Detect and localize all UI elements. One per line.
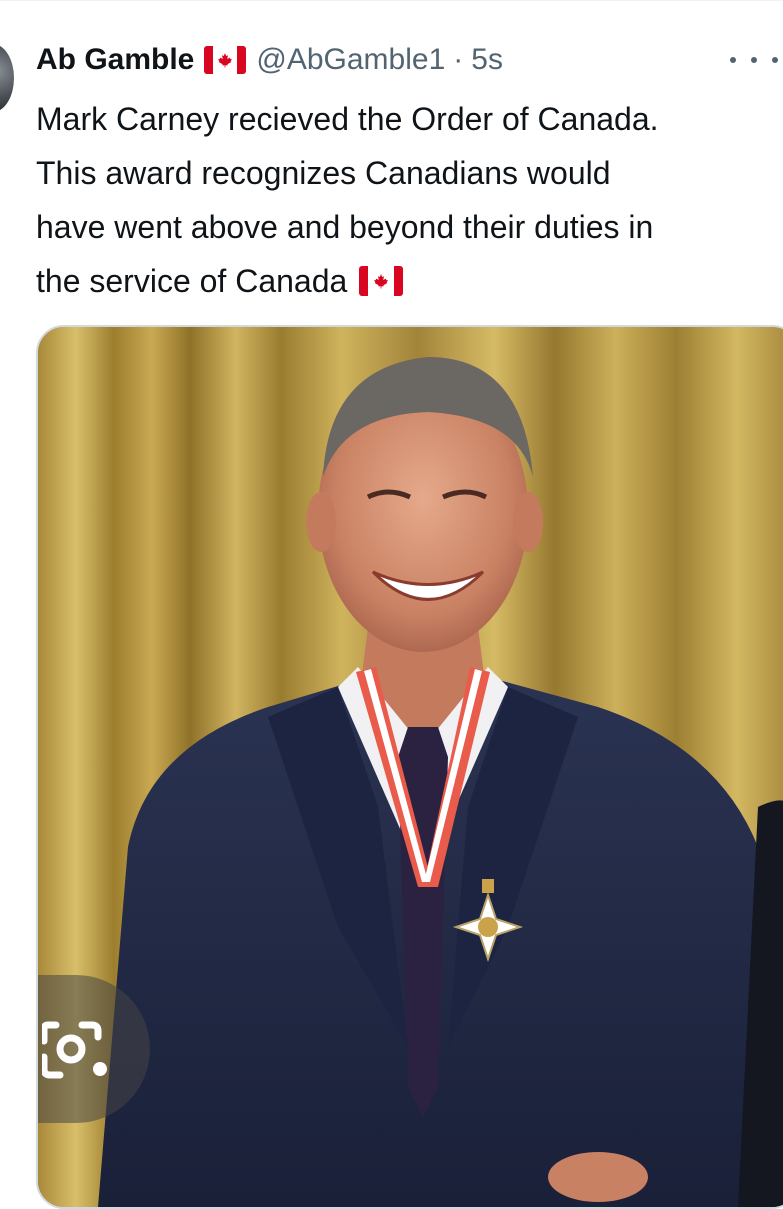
- canada-flag-icon: [204, 46, 247, 74]
- tweet-text-line: have went above and beyond their duties …: [36, 209, 654, 245]
- tweet-text: Mark Carney recieved the Order of Canada…: [36, 92, 783, 308]
- tweet-photo[interactable]: [36, 325, 783, 1209]
- more-options-icon[interactable]: [730, 48, 778, 72]
- tweet-text-line: Mark Carney recieved the Order of Canada…: [36, 101, 659, 137]
- photo-image: [38, 327, 783, 1207]
- tweet-text-line: This award recognizes Canadians would: [36, 155, 611, 191]
- author-avatar[interactable]: [0, 44, 14, 112]
- tweet-text-line-content: the service of Canada: [36, 263, 348, 299]
- author-name[interactable]: Ab Gamble: [36, 43, 194, 77]
- timestamp[interactable]: 5s: [471, 43, 503, 77]
- canada-flag-icon: [359, 265, 404, 296]
- camera-lens-icon: [42, 1021, 107, 1079]
- top-divider: [0, 0, 783, 1]
- author-handle[interactable]: @AbGamble1: [256, 43, 445, 77]
- separator-dot: ·: [453, 43, 464, 76]
- tweet-header: Ab Gamble @AbGamble1 · 5s: [36, 38, 503, 82]
- tweet-text-line: the service of Canada: [36, 254, 783, 308]
